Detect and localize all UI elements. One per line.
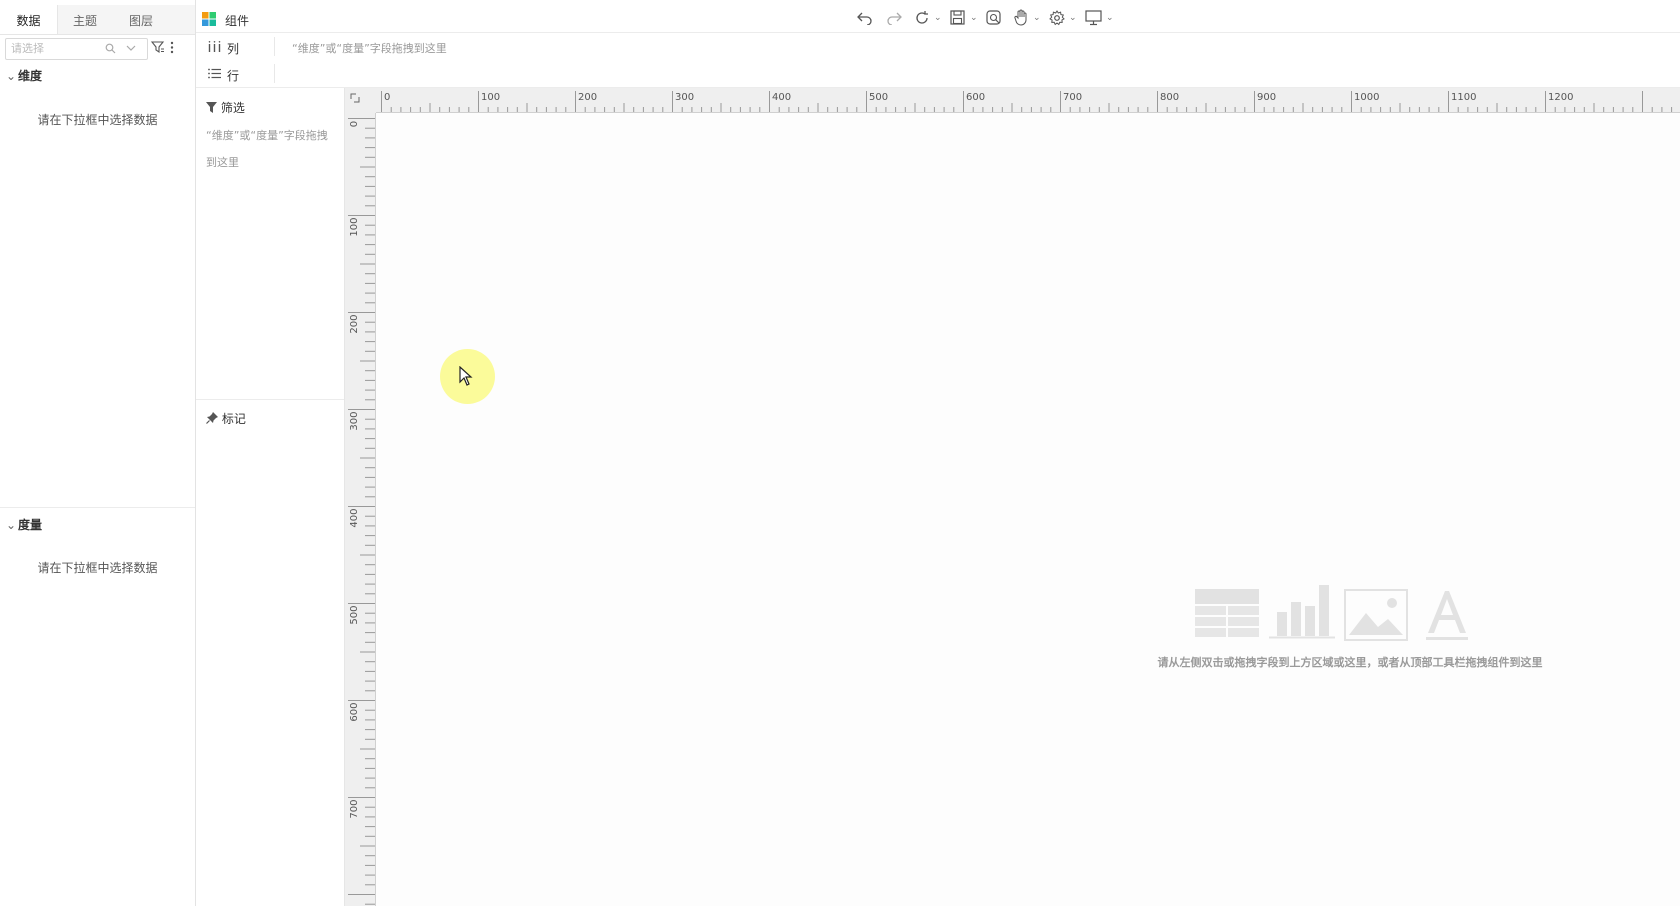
section-divider	[0, 507, 195, 508]
chevron-down-icon[interactable]: ⌄	[1106, 13, 1114, 23]
canvas-area: 0 100 200 300 400 500 600 700 800 900 1000 1100 1200…	[345, 88, 1680, 906]
data-panel: 数据 主题 图层 ⌄维度 请在下拉框中选择数据 ⌄度量 请在下拉框中选择数据	[0, 0, 196, 906]
dataset-select[interactable]	[5, 38, 148, 60]
measure-empty-hint: 请在下拉框中选择数据	[37, 561, 158, 575]
text-placeholder-icon	[1426, 591, 1468, 640]
preview-icon[interactable]	[986, 10, 1002, 26]
canvas-empty-message: 请从左侧双击或拖拽字段到上方区域或这里，或者从顶部工具栏拖拽组件到这里	[1157, 656, 1543, 669]
pin-icon	[206, 412, 218, 424]
tab-layer[interactable]: 图层	[113, 12, 169, 32]
ruler-label: 700	[1063, 92, 1082, 103]
columns-icon	[208, 41, 221, 52]
filter-icon	[206, 102, 217, 113]
columns-shelf[interactable]: 列 “维度”或“度量”字段拖拽到这里	[196, 33, 1680, 61]
refresh-icon[interactable]	[914, 10, 930, 26]
ruler-label: 1100	[1451, 92, 1476, 103]
chevron-down-icon: ⌄	[6, 69, 17, 83]
mouse-cursor-icon	[459, 366, 473, 386]
ruler-label: 0	[349, 121, 360, 127]
canvas-empty-state: 请从左侧双击或拖拽字段到上方区域或这里，或者从顶部工具栏拖拽组件到这里	[1140, 585, 1560, 669]
bar-chart-placeholder-icon	[1269, 585, 1335, 639]
save-icon[interactable]	[950, 10, 965, 25]
dimension-title: 维度	[18, 69, 43, 83]
tab-theme[interactable]: 主题	[57, 12, 113, 32]
field-filter-icon[interactable]	[151, 40, 165, 54]
ruler-label: 400	[349, 509, 360, 528]
measure-section-header[interactable]: ⌄ 度量	[6, 516, 42, 533]
ruler-label: 900	[1257, 92, 1276, 103]
table-placeholder-icon	[1195, 589, 1259, 637]
monitor-icon[interactable]	[1085, 10, 1102, 26]
ruler-label: 400	[772, 92, 791, 103]
dashboard-canvas[interactable]: 请从左侧双击或拖拽字段到上方区域或这里，或者从顶部工具栏拖拽组件到这里	[376, 113, 1680, 906]
ruler-label: 800	[1160, 92, 1179, 103]
rows-shelf[interactable]: 行	[196, 60, 1680, 88]
chevron-down-icon[interactable]	[126, 45, 136, 52]
chevron-down-icon[interactable]: ⌄	[934, 13, 942, 23]
horizontal-ruler[interactable]: 0 100 200 300 400 500 600 700 800 900 1000 1100 1200	[376, 88, 1680, 113]
component-logo-icon	[202, 12, 216, 26]
rows-icon	[208, 68, 221, 79]
dimension-section-header[interactable]: ⌄ 维度	[6, 67, 42, 84]
ruler-label: 300	[675, 92, 694, 103]
section-divider	[196, 399, 344, 400]
search-icon	[105, 43, 116, 54]
ruler-label: 100	[481, 92, 500, 103]
filter-drop-zone[interactable]: “维度”或“度量”字段拖拽到这里	[206, 122, 336, 176]
chevron-down-icon: ⌄	[6, 518, 17, 532]
undo-icon[interactable]	[857, 11, 873, 25]
ruler-label: 1200	[1548, 92, 1573, 103]
ruler-corner[interactable]	[345, 88, 376, 113]
hand-icon[interactable]	[1014, 9, 1029, 26]
vertical-ruler[interactable]: 0 100 200 300 400 500 600 700	[345, 113, 376, 906]
ruler-label: 500	[349, 606, 360, 625]
dimension-empty-hint: 请在下拉框中选择数据	[37, 113, 158, 127]
filter-header[interactable]: 筛选	[206, 99, 245, 116]
settings-icon[interactable]	[1049, 10, 1065, 26]
rows-label: 行	[227, 69, 240, 83]
tab-data[interactable]: 数据	[0, 12, 57, 32]
image-placeholder-icon	[1344, 589, 1408, 641]
component-menu[interactable]: 组件	[225, 12, 249, 29]
ruler-label: 500	[869, 92, 888, 103]
chevron-down-icon[interactable]: ⌄	[1069, 13, 1077, 23]
columns-drop-hint: “维度”或“度量”字段拖拽到这里	[292, 42, 447, 55]
redo-icon[interactable]	[886, 11, 902, 25]
ruler-label: 300	[349, 412, 360, 431]
ruler-label: 1000	[1354, 92, 1379, 103]
top-toolbar: 组件 ⌄ ⌄ ⌄ ⌄ ⌄	[196, 5, 1680, 33]
ruler-label: 600	[966, 92, 985, 103]
dataset-select-input[interactable]	[11, 40, 101, 57]
ruler-label: 0	[384, 92, 390, 103]
filter-panel: 筛选 “维度”或“度量”字段拖拽到这里 标记	[196, 88, 345, 906]
mark-title: 标记	[221, 412, 246, 426]
ruler-label: 600	[349, 703, 360, 722]
ruler-corner-icon	[350, 93, 360, 103]
columns-label: 列	[227, 42, 240, 56]
ruler-label: 100	[349, 218, 360, 237]
mark-header[interactable]: 标记	[206, 410, 246, 427]
ruler-label: 200	[578, 92, 597, 103]
measure-title: 度量	[18, 518, 43, 532]
ruler-label: 200	[349, 315, 360, 334]
ruler-label: 700	[349, 800, 360, 819]
panel-tabs: 数据 主题 图层	[0, 5, 195, 35]
filter-title: 筛选	[220, 101, 245, 115]
chevron-down-icon[interactable]: ⌄	[970, 13, 978, 23]
chevron-down-icon[interactable]: ⌄	[1033, 13, 1041, 23]
more-options-icon[interactable]	[170, 41, 174, 54]
